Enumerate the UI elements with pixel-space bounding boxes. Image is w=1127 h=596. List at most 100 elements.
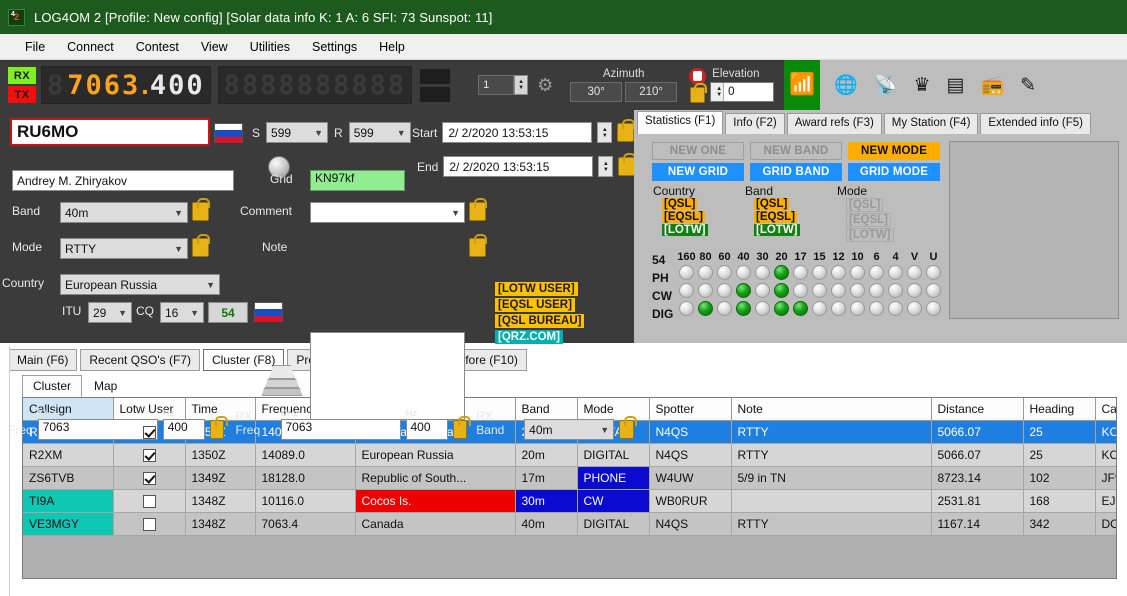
gear-icon[interactable]: ⚙ — [537, 75, 556, 95]
matrix-led-ph-15[interactable] — [812, 264, 827, 280]
matrix-led-ph-60[interactable] — [717, 264, 732, 280]
menu-item-help[interactable]: Help — [368, 37, 416, 57]
status-new-grid[interactable]: NEW GRID — [652, 163, 744, 181]
printer-icon[interactable] — [262, 365, 302, 403]
matrix-led-dig-30[interactable] — [755, 300, 770, 316]
menu-item-file[interactable]: File — [14, 37, 56, 57]
table-row[interactable]: VE3MGY 1348Z 7063.4 Canada 40m DIGITAL N4QS RTT… — [23, 512, 1116, 536]
matrix-led-dig-6[interactable] — [869, 300, 884, 316]
subtab-cluster[interactable]: Cluster — [22, 375, 83, 397]
elevation-input[interactable]: ▲ ▼ 0 — [710, 81, 775, 102]
matrix-led-cw-15[interactable] — [812, 282, 827, 298]
tab-recent-qsos[interactable]: Recent QSO's (F7) — [80, 349, 200, 371]
freq-hz-input[interactable]: 400 — [162, 419, 205, 440]
matrix-led-cw-U[interactable] — [926, 282, 941, 298]
matrix-led-ph-30[interactable] — [755, 264, 770, 280]
column-header-distance[interactable]: Distance — [931, 398, 1024, 421]
end-datetime-stepper[interactable]: ▲ ▼ — [598, 156, 614, 177]
end-lock-icon[interactable] — [618, 153, 637, 176]
crown-icon[interactable]: ♛ — [914, 76, 931, 95]
secondary-frequency-display[interactable]: 8888888888 — [217, 66, 413, 104]
matrix-led-dig-40[interactable] — [736, 300, 751, 316]
column-header-heading[interactable]: Heading — [1023, 398, 1096, 421]
radio-selector[interactable]: 1 ▲ ▼ ⚙ — [478, 75, 556, 95]
matrix-led-dig-80[interactable] — [698, 300, 713, 316]
mode-select[interactable]: RTTY ▼ — [60, 238, 188, 259]
mode-lock-icon[interactable] — [192, 234, 210, 257]
menu-item-connect[interactable]: Connect — [56, 37, 125, 57]
table-row[interactable]: R2XM 1350Z 14089.0 European Russia 20m DIGITA… — [23, 443, 1116, 467]
rx-band-lock-icon[interactable] — [619, 416, 637, 439]
table-row[interactable]: TI9A 1348Z 10116.0 Cocos Is. 30m CW WB0RUR 2531… — [23, 489, 1116, 513]
server-icon[interactable]: ▤ — [947, 76, 965, 95]
tab-my-station[interactable]: My Station (F4) — [883, 113, 979, 134]
elevation-stepper[interactable]: ▲ ▼ — [711, 82, 725, 101]
start-lock-icon[interactable] — [617, 119, 636, 142]
radio-number-stepper[interactable]: ▲ ▼ — [514, 75, 529, 95]
status-grid-band[interactable]: GRID BAND — [750, 163, 842, 181]
radio-icon[interactable]: 📻 — [981, 76, 1005, 95]
lotw-checkbox[interactable] — [142, 449, 156, 463]
start-datetime-value[interactable]: 2/ 2/2020 13:53:15 — [442, 122, 593, 143]
matrix-led-dig-20[interactable] — [774, 300, 789, 316]
sent-report-select[interactable]: 599 ▼ — [266, 122, 329, 143]
lotw-checkbox[interactable] — [142, 472, 156, 486]
menu-item-contest[interactable]: Contest — [125, 37, 190, 57]
tab-statistics[interactable]: Statistics (F1) — [637, 111, 724, 134]
freq-khz-input[interactable]: 7063 — [37, 419, 158, 440]
matrix-led-cw-10[interactable] — [850, 282, 865, 298]
matrix-led-ph-10[interactable] — [850, 264, 865, 280]
matrix-led-ph-V[interactable] — [907, 264, 922, 280]
matrix-led-cw-V[interactable] — [907, 282, 922, 298]
matrix-led-ph-6[interactable] — [869, 264, 884, 280]
received-report-select[interactable]: 599 ▼ — [348, 122, 411, 143]
matrix-led-cw-4[interactable] — [888, 282, 903, 298]
column-header-callsign-locator[interactable]: Callsign Locator — [1095, 398, 1116, 421]
menu-item-settings[interactable]: Settings — [301, 37, 368, 57]
note-textarea[interactable] — [310, 332, 465, 420]
matrix-led-ph-4[interactable] — [888, 264, 903, 280]
rx-freq-lock-icon[interactable] — [452, 416, 471, 439]
matrix-led-cw-12[interactable] — [831, 282, 846, 298]
table-row[interactable]: ZS6TVB 1349Z 18128.0 Republic of South... 17… — [23, 466, 1116, 490]
status-new-mode[interactable]: NEW MODE — [848, 142, 940, 160]
antenna-icon[interactable]: 📡 — [874, 76, 898, 95]
grid-input[interactable]: KN97kf — [310, 170, 405, 191]
matrix-led-cw-17[interactable] — [793, 282, 808, 298]
band-lock-icon[interactable] — [192, 198, 210, 221]
end-datetime-value[interactable]: 2/ 2/2020 13:53:15 — [443, 156, 594, 177]
comment-lock-icon[interactable] — [469, 198, 487, 221]
itu-select[interactable]: 29 ▼ — [88, 302, 132, 323]
status-new-one[interactable]: NEW ONE — [652, 142, 744, 160]
matrix-led-ph-17[interactable] — [793, 264, 808, 280]
pencil-icon[interactable]: ✎ — [1020, 76, 1036, 95]
status-grid-mode[interactable]: GRID MODE — [848, 163, 940, 181]
country-select[interactable]: European Russia ▼ — [60, 274, 220, 295]
lotw-checkbox[interactable] — [142, 495, 156, 509]
matrix-led-ph-40[interactable] — [736, 264, 751, 280]
matrix-led-dig-60[interactable] — [717, 300, 732, 316]
matrix-led-dig-12[interactable] — [831, 300, 846, 316]
tab-main[interactable]: Main (F6) — [8, 349, 78, 371]
radio-number-value[interactable]: 1 — [478, 75, 515, 95]
comment-select[interactable]: ▼ — [310, 202, 465, 223]
matrix-led-cw-60[interactable] — [717, 282, 732, 298]
menu-item-utilities[interactable]: Utilities — [239, 37, 301, 57]
cq-select[interactable]: 16 ▼ — [160, 302, 204, 323]
column-header-spotter[interactable]: Spotter — [649, 398, 732, 421]
matrix-led-dig-V[interactable] — [907, 300, 922, 316]
matrix-led-ph-160[interactable] — [679, 264, 694, 280]
tab-extended-info[interactable]: Extended info (F5) — [980, 113, 1092, 134]
frequency-display[interactable]: 8 7063 . 400 — [41, 66, 211, 104]
tab-award-refs[interactable]: Award refs (F3) — [786, 113, 882, 134]
subtab-map[interactable]: Map — [83, 375, 128, 397]
lotw-checkbox[interactable] — [142, 426, 156, 440]
rx-freq-khz-input[interactable]: 7063 — [280, 419, 401, 440]
matrix-led-dig-10[interactable] — [850, 300, 865, 316]
matrix-led-cw-20[interactable] — [774, 282, 789, 298]
status-new-band[interactable]: NEW BAND — [750, 142, 842, 160]
matrix-led-ph-20[interactable] — [774, 264, 789, 280]
band-select[interactable]: 40m ▼ — [60, 202, 188, 223]
freq-lock-icon[interactable] — [209, 416, 228, 439]
callsign-input[interactable] — [10, 118, 210, 146]
